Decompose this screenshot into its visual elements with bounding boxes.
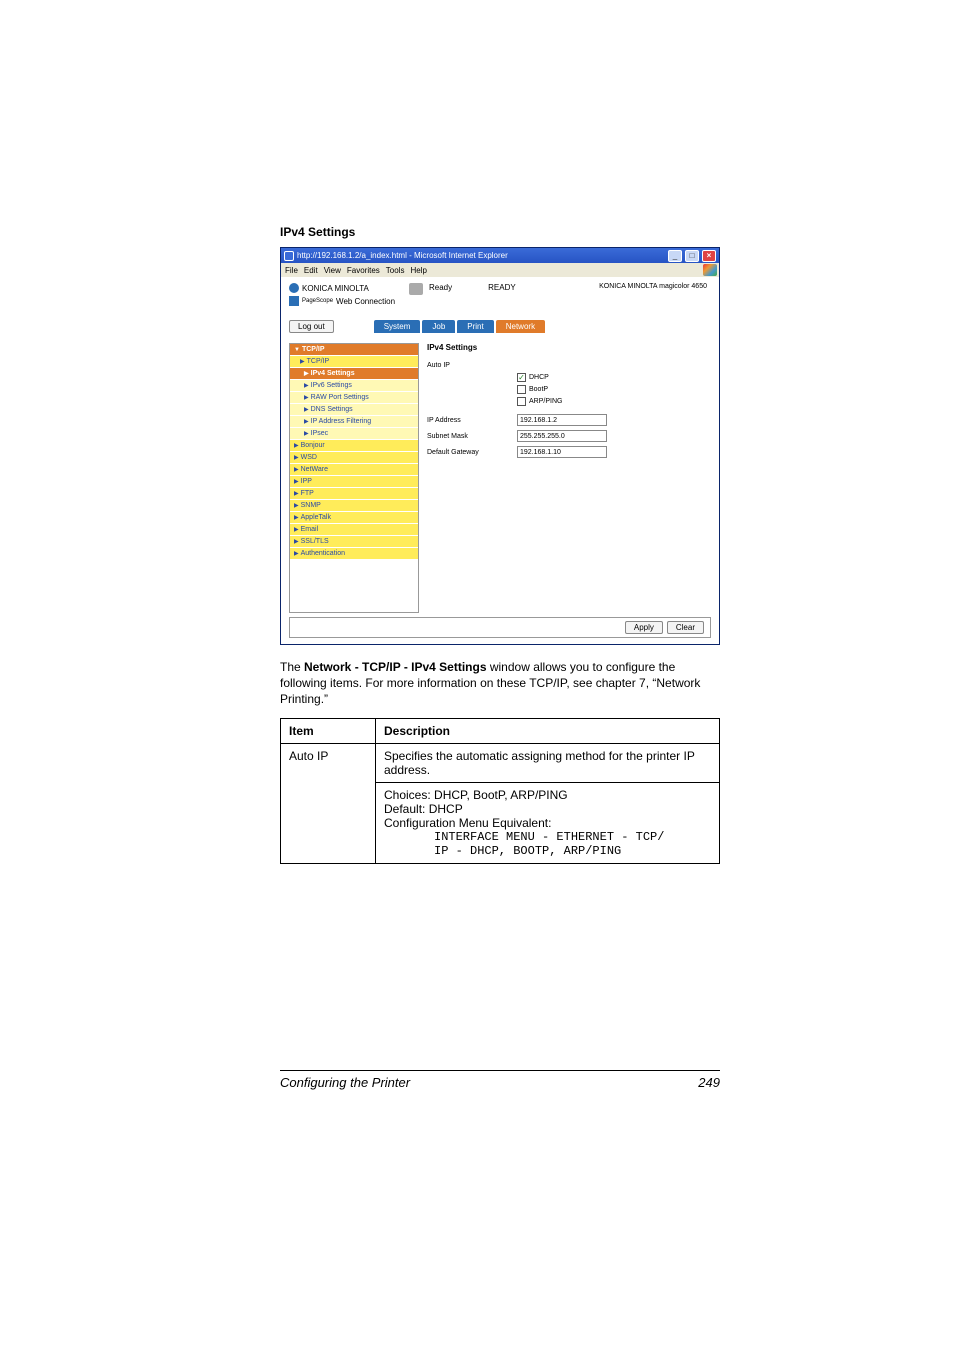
window-title: http://192.168.1.2/a_index.html - Micros… xyxy=(297,251,665,260)
footer-page-number: 249 xyxy=(698,1075,720,1090)
minimize-button[interactable]: _ xyxy=(668,250,682,262)
nav-appletalk[interactable]: ▶AppleTalk xyxy=(290,512,418,524)
td-item-autoip: Auto IP xyxy=(281,743,376,863)
menubar: File Edit View Favorites Tools Help xyxy=(281,263,719,277)
tab-system[interactable]: System xyxy=(374,320,421,333)
code-line-1: INTERFACE MENU - ETHERNET - TCP/ xyxy=(384,830,711,844)
ipaddress-input[interactable] xyxy=(517,414,607,426)
menu-view[interactable]: View xyxy=(324,266,341,275)
pagescope-icon xyxy=(289,296,299,306)
tab-print[interactable]: Print xyxy=(457,320,493,333)
subnet-label: Subnet Mask xyxy=(427,433,517,440)
nav-netware[interactable]: ▶NetWare xyxy=(290,464,418,476)
close-button[interactable]: × xyxy=(702,250,716,262)
logout-button[interactable]: Log out xyxy=(289,320,334,333)
brand-name: KONICA MINOLTA xyxy=(302,284,369,293)
menu-help[interactable]: Help xyxy=(410,266,426,275)
window-titlebar: http://192.168.1.2/a_index.html - Micros… xyxy=(281,248,719,263)
th-item: Item xyxy=(281,718,376,743)
maximize-button[interactable]: □ xyxy=(685,250,699,262)
printer-model: KONICA MINOLTA magicolor 4650 xyxy=(599,283,711,290)
nav-raw-port[interactable]: ▶RAW Port Settings xyxy=(290,392,418,404)
table-header-row: Item Description xyxy=(281,718,720,743)
clear-button[interactable]: Clear xyxy=(667,621,704,634)
panel-title: IPv4 Settings xyxy=(427,343,711,352)
subnet-input[interactable] xyxy=(517,430,607,442)
brand-logo-icon xyxy=(289,283,299,293)
gateway-input[interactable] xyxy=(517,446,607,458)
menu-tools[interactable]: Tools xyxy=(386,266,405,275)
td-desc-autoip-1: Specifies the automatic assigning method… xyxy=(376,743,720,782)
apply-button[interactable]: Apply xyxy=(625,621,663,634)
code-line-2: IP - DHCP, BOOTP, ARP/PING xyxy=(384,844,711,858)
checkbox-dhcp[interactable]: DHCP xyxy=(517,373,711,382)
nav-ipv4-settings[interactable]: ▶IPv4 Settings xyxy=(290,368,418,380)
ie-icon xyxy=(284,251,294,261)
tab-job[interactable]: Job xyxy=(422,320,455,333)
tab-network[interactable]: Network xyxy=(496,320,545,333)
nav-email[interactable]: ▶Email xyxy=(290,524,418,536)
menu-edit[interactable]: Edit xyxy=(304,266,318,275)
page-footer: Configuring the Printer 249 xyxy=(280,1070,720,1090)
ipaddress-label: IP Address xyxy=(427,417,517,424)
nav-sidebar: ▼TCP/IP ▶TCP/IP ▶IPv4 Settings ▶IPv6 Set… xyxy=(289,343,419,613)
gateway-label: Default Gateway xyxy=(427,449,517,456)
menu-favorites[interactable]: Favorites xyxy=(347,266,380,275)
td-desc-autoip-2: Choices: DHCP, BootP, ARP/PING Default: … xyxy=(376,782,720,863)
nav-ftp[interactable]: ▶FTP xyxy=(290,488,418,500)
settings-table: Item Description Auto IP Specifies the a… xyxy=(280,718,720,864)
body-paragraph: The Network - TCP/IP - IPv4 Settings win… xyxy=(280,659,720,708)
pagescope-label: PageScope xyxy=(302,298,333,304)
connection-header: KONICA MINOLTA PageScope Web Connection … xyxy=(281,277,719,316)
printer-icon xyxy=(409,283,423,295)
nav-dns[interactable]: ▶DNS Settings xyxy=(290,404,418,416)
footer-title: Configuring the Printer xyxy=(280,1075,410,1090)
settings-panel: IPv4 Settings Auto IP DHCP BootP ARP/PIN… xyxy=(427,343,711,613)
nav-ipsec[interactable]: ▶IPsec xyxy=(290,428,418,440)
checkbox-bootp[interactable]: BootP xyxy=(517,385,711,394)
nav-ipv6-settings[interactable]: ▶IPv6 Settings xyxy=(290,380,418,392)
nav-tcpip-header[interactable]: ▼TCP/IP xyxy=(290,344,418,356)
checkbox-arpping[interactable]: ARP/PING xyxy=(517,397,711,406)
nav-ipp[interactable]: ▶IPP xyxy=(290,476,418,488)
button-footer: Apply Clear xyxy=(289,617,711,638)
nav-tcpip[interactable]: ▶TCP/IP xyxy=(290,356,418,368)
nav-wsd[interactable]: ▶WSD xyxy=(290,452,418,464)
autoip-label: Auto IP xyxy=(427,362,517,369)
nav-ip-filtering[interactable]: ▶IP Address Filtering xyxy=(290,416,418,428)
th-description: Description xyxy=(376,718,720,743)
nav-ssltls[interactable]: ▶SSL/TLS xyxy=(290,536,418,548)
section-heading: IPv4 Settings xyxy=(280,225,720,239)
ready-status: READY xyxy=(488,283,516,292)
ready-label: Ready xyxy=(429,283,452,292)
windows-flag-icon xyxy=(703,264,717,276)
nav-bonjour[interactable]: ▶Bonjour xyxy=(290,440,418,452)
web-connection-label: Web Connection xyxy=(336,297,395,306)
menu-file[interactable]: File xyxy=(285,266,298,275)
table-row: Auto IP Specifies the automatic assignin… xyxy=(281,743,720,782)
nav-authentication[interactable]: ▶Authentication xyxy=(290,548,418,560)
nav-snmp[interactable]: ▶SNMP xyxy=(290,500,418,512)
browser-window: http://192.168.1.2/a_index.html - Micros… xyxy=(280,247,720,645)
